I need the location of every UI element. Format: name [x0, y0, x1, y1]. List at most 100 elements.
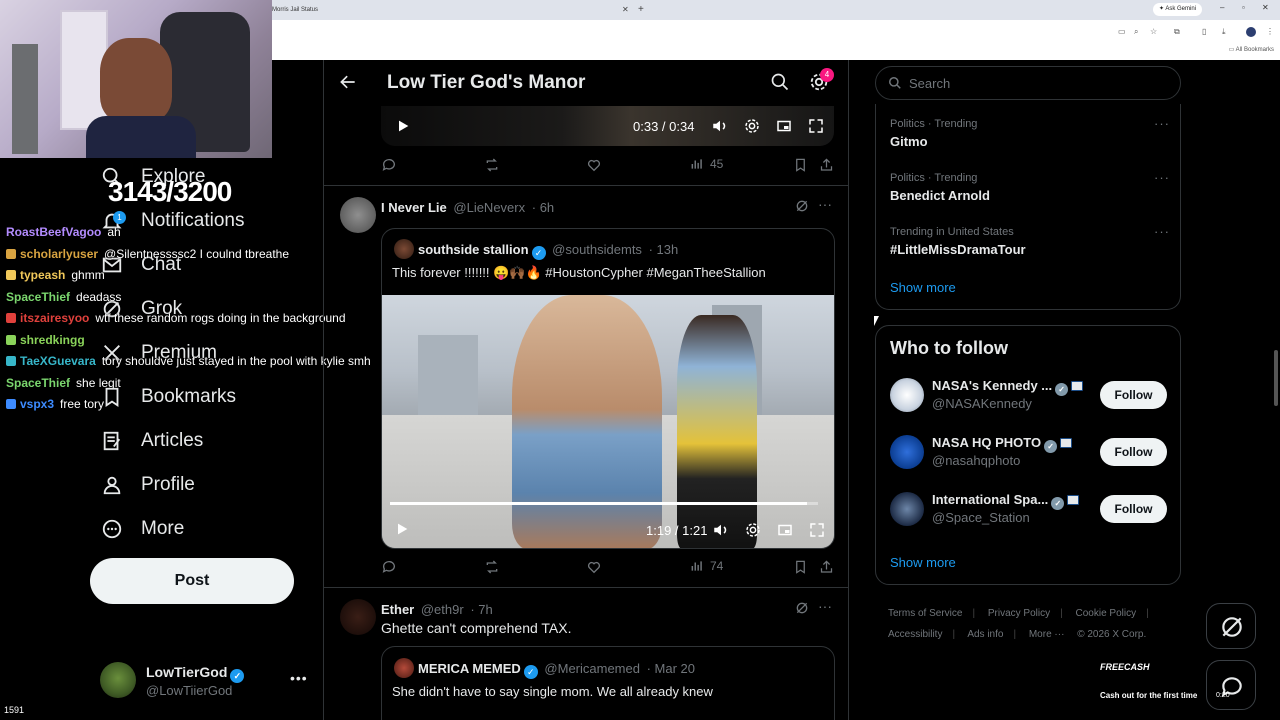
- tweet-author-handle[interactable]: @LieNeverx: [453, 200, 525, 215]
- nav-more[interactable]: More: [100, 514, 184, 544]
- reply-button[interactable]: [381, 559, 403, 575]
- scroll-thumb[interactable]: [1274, 350, 1278, 406]
- ads-link[interactable]: Ads info: [967, 629, 1003, 640]
- ellipsis-icon[interactable]: ···: [1154, 224, 1170, 239]
- video-player[interactable]: 1:19 / 1:21: [382, 295, 834, 548]
- search-box[interactable]: [875, 66, 1181, 100]
- share-button[interactable]: [819, 559, 840, 575]
- follow-suggestion[interactable]: NASA's Kennedy ... ✓ @NASAKennedy Follow: [890, 378, 1170, 418]
- alert-timer: 0:20: [1216, 692, 1230, 699]
- sidebar-icon[interactable]: ▯: [1202, 27, 1206, 36]
- tweet-author-name[interactable]: Ether: [381, 602, 414, 617]
- terms-link[interactable]: Terms of Service: [888, 608, 962, 619]
- show-more-link[interactable]: Show more: [890, 280, 956, 295]
- tweet-author-name[interactable]: I Never Lie: [381, 200, 447, 215]
- scrollbar[interactable]: [1273, 60, 1280, 720]
- follow-button[interactable]: Follow: [1100, 381, 1167, 409]
- fullscreen-icon[interactable]: [807, 117, 825, 140]
- grok-icon[interactable]: [794, 198, 810, 219]
- ellipsis-icon[interactable]: ···: [818, 598, 832, 614]
- extension-icon[interactable]: ▭: [1118, 27, 1126, 36]
- window-close-icon[interactable]: ✕: [1262, 3, 1269, 12]
- chat-badge-icon: [6, 248, 16, 259]
- all-bookmarks[interactable]: ▭ All Bookmarks: [1229, 46, 1274, 53]
- reply-button[interactable]: [381, 157, 403, 173]
- grok-button[interactable]: [1206, 603, 1256, 649]
- cookie-link[interactable]: Cookie Policy: [1076, 608, 1137, 619]
- minimize-icon[interactable]: –: [1220, 3, 1224, 12]
- follow-name-row: NASA HQ PHOTO ✓: [932, 435, 1073, 453]
- nav-articles[interactable]: Articles: [100, 426, 203, 456]
- ask-gemini-button[interactable]: ✦ Ask Gemini: [1152, 3, 1202, 16]
- tweet-time[interactable]: · 6h: [532, 200, 554, 215]
- timeline-column[interactable]: Low Tier God's Manor 4 0:33 / 0:34 45 I …: [323, 60, 849, 720]
- quoted-tweet[interactable]: southside stallion ✓ @southsidemts · 13h …: [381, 228, 835, 549]
- trend-item[interactable]: Politics · Trending Gitmo ···: [890, 116, 1170, 158]
- viewer-count: 1591: [4, 705, 25, 715]
- accessibility-link[interactable]: Accessibility: [888, 629, 942, 640]
- volume-icon[interactable]: [712, 521, 730, 544]
- messages-button[interactable]: [1206, 660, 1256, 710]
- volume-icon[interactable]: [711, 117, 729, 140]
- repost-button[interactable]: [483, 559, 507, 575]
- bookmark-button[interactable]: [793, 559, 814, 575]
- share-button[interactable]: [819, 157, 840, 173]
- privacy-link[interactable]: Privacy Policy: [988, 608, 1050, 619]
- grok-icon[interactable]: [794, 600, 810, 621]
- quoted-tweet[interactable]: MERICA MEMED ✓ @Mericamemed · Mar 20 She …: [381, 646, 835, 720]
- search-input[interactable]: [909, 67, 1169, 99]
- user-avatar-icon[interactable]: [1246, 27, 1256, 37]
- tweet-time[interactable]: · 7h: [470, 602, 492, 617]
- pip-icon[interactable]: [776, 521, 794, 544]
- back-arrow-icon[interactable]: [338, 72, 358, 97]
- avatar[interactable]: [340, 197, 376, 233]
- nav-profile[interactable]: Profile: [100, 470, 195, 500]
- play-icon[interactable]: [395, 118, 411, 139]
- zoom-icon[interactable]: ⌕: [1134, 27, 1138, 37]
- nav-bookmarks[interactable]: Bookmarks: [100, 382, 236, 412]
- settings-icon[interactable]: [743, 117, 761, 140]
- browser-tab[interactable]: Morris Jail Status: [272, 2, 362, 20]
- cashout-alert: Cash out for the first time: [1100, 691, 1198, 700]
- fullscreen-icon[interactable]: [808, 521, 826, 544]
- like-button[interactable]: [586, 559, 608, 575]
- post-button[interactable]: Post: [90, 558, 294, 604]
- follow-suggestion[interactable]: NASA HQ PHOTO ✓ @nasahqphoto Follow: [890, 435, 1170, 475]
- restore-icon[interactable]: ▫: [1242, 3, 1245, 12]
- star-icon[interactable]: ☆: [1150, 27, 1157, 36]
- download-icon[interactable]: ⤓: [1222, 27, 1226, 37]
- tweet-author-handle[interactable]: @eth9r: [421, 602, 464, 617]
- ellipsis-icon[interactable]: ···: [1154, 170, 1170, 185]
- ellipsis-icon[interactable]: ···: [818, 196, 832, 212]
- views-button[interactable]: 45: [690, 157, 723, 171]
- new-tab-icon[interactable]: +: [638, 4, 644, 15]
- video-player-top[interactable]: 0:33 / 0:34: [381, 106, 834, 146]
- kebab-menu-icon[interactable]: ⋮: [1266, 27, 1274, 36]
- puzzle-icon[interactable]: ⧉: [1174, 27, 1180, 37]
- trend-item[interactable]: Trending in United States #LittleMissDram…: [890, 224, 1170, 266]
- avatar[interactable]: [340, 599, 376, 635]
- search-icon[interactable]: [770, 72, 790, 97]
- building: [418, 335, 478, 425]
- divider: [324, 185, 848, 186]
- follow-name: NASA's Kennedy ...: [932, 378, 1053, 393]
- bookmark-button[interactable]: [793, 157, 814, 173]
- video-progress[interactable]: [390, 502, 818, 505]
- ellipsis-icon[interactable]: ···: [1154, 116, 1170, 131]
- repost-button[interactable]: [483, 157, 507, 173]
- account-switcher[interactable]: LowTierGod ✓ @LowTiierGod •••: [100, 660, 310, 700]
- account-name-row: LowTierGod ✓: [146, 664, 245, 683]
- pip-icon[interactable]: [775, 117, 793, 140]
- follow-suggestion[interactable]: International Spa... ✓ @Space_Station Follo…: [890, 492, 1170, 532]
- play-icon[interactable]: [394, 521, 410, 542]
- settings-icon[interactable]: [744, 521, 762, 544]
- close-icon[interactable]: ✕: [622, 5, 629, 14]
- show-more-link[interactable]: Show more: [890, 555, 956, 570]
- more-link[interactable]: More ···: [1029, 629, 1065, 640]
- like-button[interactable]: [586, 157, 608, 173]
- follow-button[interactable]: Follow: [1100, 495, 1167, 523]
- follow-button[interactable]: Follow: [1100, 438, 1167, 466]
- trend-item[interactable]: Politics · Trending Benedict Arnold ···: [890, 170, 1170, 212]
- ellipsis-icon[interactable]: •••: [290, 670, 308, 686]
- views-button[interactable]: 74: [690, 559, 723, 573]
